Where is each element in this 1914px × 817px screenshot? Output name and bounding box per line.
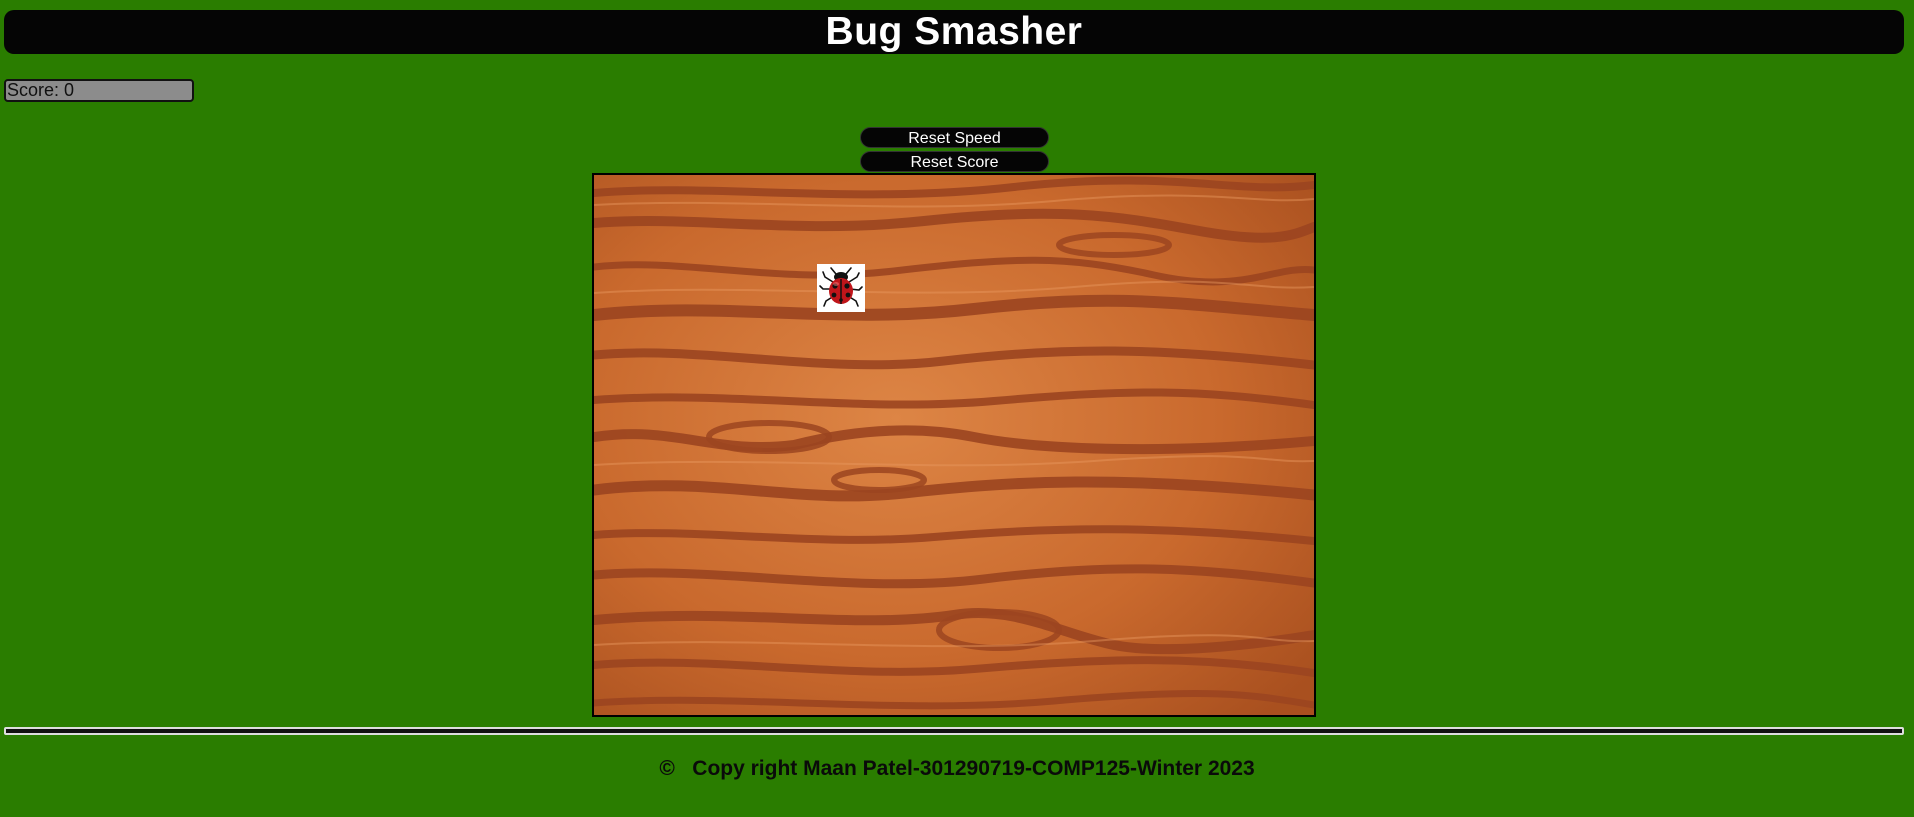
footer-divider <box>4 727 1904 735</box>
title-bar: Bug Smasher <box>4 10 1904 54</box>
wood-background <box>594 175 1314 715</box>
page: Bug Smasher Score: 0 Reset Speed Reset S… <box>0 0 1914 817</box>
copyright-footer: © Copy right Maan Patel-301290719-COMP12… <box>659 757 1255 780</box>
reset-score-button[interactable]: Reset Score <box>860 151 1049 172</box>
score-display: Score: 0 <box>4 79 194 102</box>
game-board[interactable] <box>592 173 1316 717</box>
ladybug-graphic <box>819 267 863 307</box>
ladybug-icon[interactable] <box>817 264 865 312</box>
reset-speed-button[interactable]: Reset Speed <box>860 127 1049 148</box>
page-title: Bug Smasher <box>825 10 1083 53</box>
